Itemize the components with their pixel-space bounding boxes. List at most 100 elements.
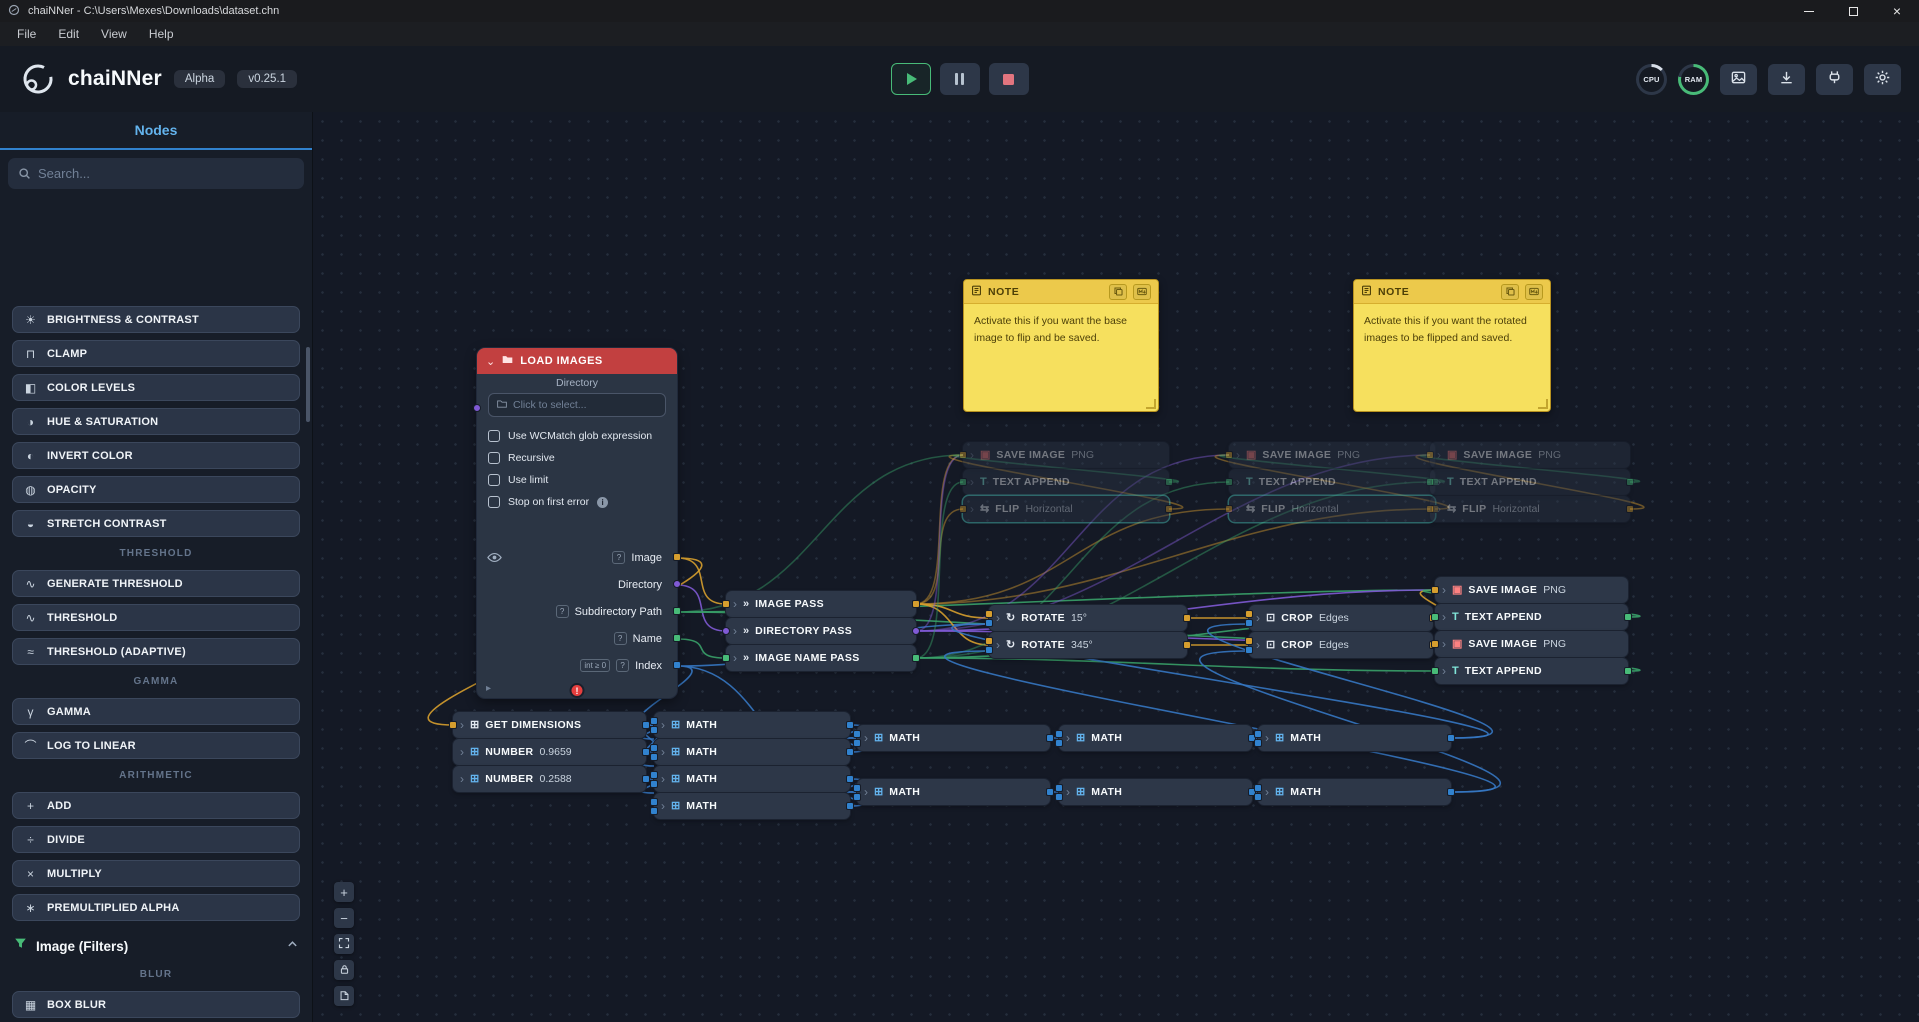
menu-file[interactable]: File [8, 24, 45, 44]
text-append-node[interactable]: ›TTEXT APPEND [1435, 658, 1628, 684]
math-node[interactable]: ›⊞MATH [654, 739, 850, 765]
output-handle-number[interactable] [673, 661, 681, 669]
image-pass-node[interactable]: ›»IMAGE PASS [726, 591, 916, 617]
sidebar-item-threshold[interactable]: ∿THRESHOLD [12, 604, 300, 631]
output-handle-directory[interactable] [673, 580, 681, 588]
output-handle-number[interactable] [846, 721, 854, 729]
input-handle-number[interactable] [1254, 739, 1262, 747]
directory-input-handle[interactable] [473, 404, 481, 412]
math-node[interactable]: ›⊞MATH [1258, 779, 1451, 805]
input-handle-number[interactable] [1055, 784, 1063, 792]
input-handle-number[interactable] [650, 744, 658, 752]
ram-usage-ring[interactable]: RAM [1678, 64, 1709, 95]
output-handle-number[interactable] [846, 802, 854, 810]
input-handle-number[interactable] [853, 784, 861, 792]
error-badge[interactable]: ! [570, 683, 585, 698]
output-handle-text[interactable] [912, 654, 920, 662]
input-handle-image[interactable] [959, 505, 967, 513]
directory-pass-node[interactable]: ›»DIRECTORY PASS [726, 618, 916, 644]
sidebar-item-log-to-linear[interactable]: ⌒LOG TO LINEAR [12, 732, 300, 759]
output-handle-image[interactable] [1183, 641, 1191, 649]
note-header[interactable]: NOTE [964, 280, 1158, 304]
input-handle-image[interactable] [1245, 637, 1253, 645]
text-append-node[interactable]: ›TTEXT APPEND [1229, 469, 1435, 495]
input-handle-text[interactable] [1225, 478, 1233, 486]
flip-node[interactable]: ›⇆FLIPHorizontal [1229, 496, 1435, 522]
crop-node[interactable]: ›⊡CROPEdges [1249, 605, 1433, 631]
close-button[interactable]: × [1875, 0, 1919, 22]
sidebar-item-threshold-adaptive[interactable]: ≈THRESHOLD (ADAPTIVE) [12, 638, 300, 665]
checkbox[interactable] [488, 430, 500, 442]
menu-help[interactable]: Help [140, 24, 183, 44]
checkbox[interactable] [488, 496, 500, 508]
math-node[interactable]: ›⊞MATH [1059, 725, 1252, 751]
input-handle-number[interactable] [650, 753, 658, 761]
input-handle-number[interactable] [1055, 730, 1063, 738]
input-handle-text[interactable] [959, 478, 967, 486]
output-handle-image[interactable] [1165, 505, 1173, 513]
output-handle-number[interactable] [1447, 788, 1455, 796]
input-handle-number[interactable] [853, 793, 861, 801]
menu-view[interactable]: View [92, 24, 136, 44]
input-handle-number[interactable] [650, 771, 658, 779]
input-handle-image[interactable] [1431, 586, 1439, 594]
output-handle-image[interactable] [673, 553, 681, 561]
input-handle-image[interactable] [959, 451, 967, 459]
number-node[interactable]: ›⊞NUMBER0.2588 [453, 766, 646, 792]
input-handle-number[interactable] [1055, 739, 1063, 747]
maximize-button[interactable] [1831, 0, 1875, 22]
sidebar-item-invert-color[interactable]: ◐INVERT COLOR [12, 442, 300, 469]
input-handle-image[interactable] [1426, 505, 1434, 513]
number-node[interactable]: ›⊞NUMBER0.9659 [453, 739, 646, 765]
output-handle-number[interactable] [1046, 788, 1054, 796]
sidebar-item-brightness-contrast[interactable]: ☀BRIGHTNESS & CONTRAST [12, 306, 300, 333]
input-handle-number[interactable] [1245, 619, 1253, 627]
input-handle-number[interactable] [650, 798, 658, 806]
input-handle-image[interactable] [1225, 451, 1233, 459]
get-dimensions-node[interactable]: ›⊞GET DIMENSIONS [453, 712, 646, 738]
math-node[interactable]: ›⊞MATH [1059, 779, 1252, 805]
markdown-button[interactable] [1133, 284, 1151, 300]
math-node[interactable]: ›⊞MATH [857, 779, 1050, 805]
input-handle-number[interactable] [650, 780, 658, 788]
input-handle-image[interactable] [1245, 610, 1253, 618]
output-handle-text[interactable] [1624, 613, 1632, 621]
sidebar-item-divide[interactable]: ÷DIVIDE [12, 826, 300, 853]
export-image-button[interactable] [1720, 64, 1757, 95]
save-image-node[interactable]: ›▣SAVE IMAGEPNG [1229, 442, 1435, 468]
sidebar-item-hue-saturation[interactable]: ◑HUE & SATURATION [12, 408, 300, 435]
crop-node[interactable]: ›⊡CROPEdges [1249, 632, 1433, 658]
sidebar-item-color-levels[interactable]: ◧COLOR LEVELS [12, 374, 300, 401]
directory-select-input[interactable]: Click to select... [488, 393, 666, 417]
checkbox[interactable] [488, 452, 500, 464]
math-node[interactable]: ›⊞MATH [857, 725, 1050, 751]
sidebar-item-opacity[interactable]: ◍OPACITY [12, 476, 300, 503]
save-image-node[interactable]: ›▣SAVE IMAGEPNG [1435, 577, 1628, 603]
output-handle-image[interactable] [1626, 505, 1634, 513]
input-handle-number[interactable] [1245, 646, 1253, 654]
sidebar-item-clamp[interactable]: ⊓CLAMP [12, 340, 300, 367]
expand-chevron-icon[interactable]: ▸ [486, 683, 491, 694]
output-handle-number[interactable] [1046, 734, 1054, 742]
output-handle-directory[interactable] [912, 627, 920, 635]
checkbox[interactable] [488, 474, 500, 486]
chevron-up-icon[interactable] [287, 937, 298, 955]
input-handle-text[interactable] [1431, 667, 1439, 675]
search-input[interactable] [38, 166, 294, 181]
output-handle-text[interactable] [673, 607, 681, 615]
math-node[interactable]: ›⊞MATH [654, 793, 850, 819]
input-handle-image[interactable] [722, 600, 730, 608]
sidebar-item-add[interactable]: +ADD [12, 792, 300, 819]
input-handle-number[interactable] [985, 619, 993, 627]
copy-button[interactable] [1501, 284, 1519, 300]
input-handle-number[interactable] [650, 807, 658, 815]
sidebar-item-generate-threshold[interactable]: ∿GENERATE THRESHOLD [12, 570, 300, 597]
input-handle-image[interactable] [1225, 505, 1233, 513]
sidebar-item-gamma[interactable]: γGAMMA [12, 698, 300, 725]
input-handle-number[interactable] [1254, 730, 1262, 738]
sidebar-item-multiply[interactable]: ×MULTIPLY [12, 860, 300, 887]
input-handle-image[interactable] [985, 610, 993, 618]
output-handle-text[interactable] [673, 634, 681, 642]
math-node[interactable]: ›⊞MATH [1258, 725, 1451, 751]
output-handle-text[interactable] [1626, 478, 1634, 486]
